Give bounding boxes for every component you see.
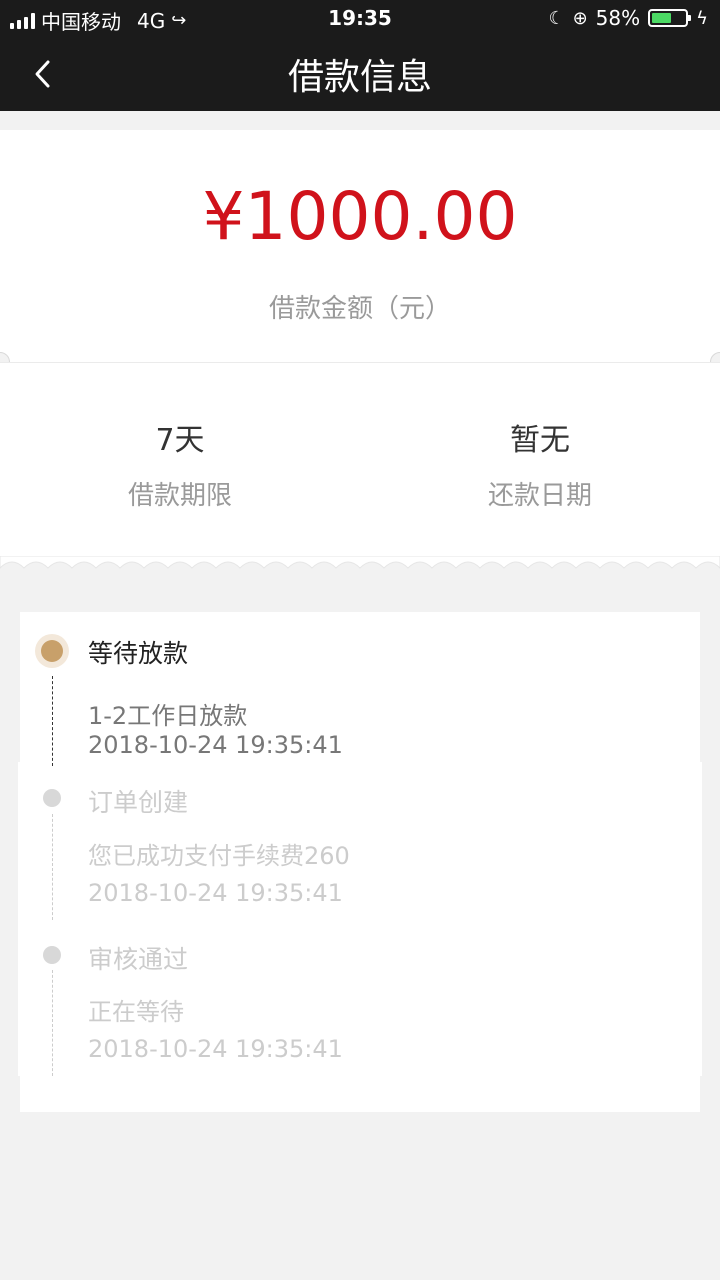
timeline-title: 审核通过 xyxy=(88,945,189,974)
timeline-dot-active xyxy=(41,640,63,662)
repay-date-value: 暂无 xyxy=(510,423,570,458)
timeline-title: 订单创建 xyxy=(88,788,189,817)
timeline-dot xyxy=(43,789,61,807)
timeline-time: 2018-10-24 19:35:41 xyxy=(88,1035,343,1063)
timeline-detail: 1-2工作日放款 xyxy=(88,702,248,730)
moon-icon: ☾ xyxy=(548,7,565,29)
repay-date-label: 还款日期 xyxy=(487,481,592,511)
nav-bar: 借款信息 xyxy=(0,36,720,111)
timeline-connector xyxy=(52,814,53,920)
page-title: 借款信息 xyxy=(287,57,432,98)
timeline-connector xyxy=(52,970,53,1076)
loan-amount: ¥1000.00 xyxy=(202,178,518,255)
loan-detail-card: 7天 借款期限 暂无 还款日期 xyxy=(0,362,720,559)
loan-amount-label: 借款金额（元） xyxy=(268,294,451,324)
loan-term-label: 借款期限 xyxy=(127,481,232,511)
timeline-time: 2018-10-24 19:35:41 xyxy=(88,879,343,907)
amount-card: ¥1000.00 借款金额（元） xyxy=(0,130,720,362)
rotation-lock-icon: ⊕ xyxy=(572,7,588,29)
repay-date: 暂无 还款日期 xyxy=(360,415,720,512)
loan-term-value: 7天 xyxy=(155,423,205,458)
timeline-detail: 您已成功支付手续费260 xyxy=(88,842,350,870)
timeline-title: 等待放款 xyxy=(88,639,189,668)
timeline-dot xyxy=(43,946,61,964)
charging-icon: ϟ xyxy=(696,7,708,29)
scalloped-edge xyxy=(0,556,720,569)
battery-percent: 58% xyxy=(595,6,641,30)
timeline-connector xyxy=(52,676,53,766)
scallop-path xyxy=(0,556,720,569)
timeline-detail: 正在等待 xyxy=(88,998,184,1026)
header-bar: 中国移动 4G ↪ 19:35 ☾ ⊕ 58% ϟ 借款信息 xyxy=(0,0,720,111)
timeline-time: 2018-10-24 19:35:41 xyxy=(88,731,343,759)
loan-term: 7天 借款期限 xyxy=(0,415,360,512)
battery-icon xyxy=(648,9,692,27)
status-bar: 中国移动 4G ↪ 19:35 ☾ ⊕ 58% ϟ xyxy=(0,0,720,36)
